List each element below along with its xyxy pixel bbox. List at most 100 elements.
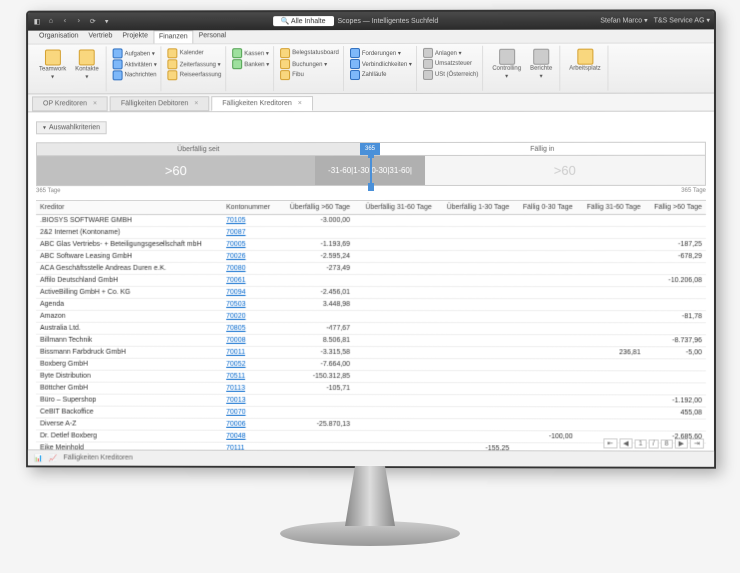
aktivitaeten-button[interactable]: Aktivitäten ▾	[113, 59, 157, 69]
table-row[interactable]: Boxberg GmbH70052-7.664,00	[36, 358, 706, 371]
kontonummer-cell[interactable]: 70105	[222, 215, 279, 227]
berichte-button[interactable]: Berichte▾	[527, 48, 555, 81]
kassen-button[interactable]: Kassen ▾	[232, 48, 269, 58]
tab-op-kreditoren[interactable]: OP Kreditoren×	[32, 96, 108, 111]
prev-page-icon[interactable]: ◀	[619, 438, 632, 448]
kontonummer-cell[interactable]: 70094	[222, 286, 279, 298]
banken-button[interactable]: Banken ▾	[232, 59, 269, 69]
timeline-seg-due[interactable]: >60	[425, 156, 705, 185]
kontonummer-cell[interactable]: 70006	[222, 418, 279, 430]
zeiterfassung-button[interactable]: Zeiterfassung ▾	[168, 59, 222, 69]
verbindlichkeiten-button[interactable]: Verbindlichkeiten ▾	[350, 59, 412, 69]
table-row[interactable]: CeBIT Backoffice70070455,08	[36, 406, 706, 419]
menu-organisation[interactable]: Organisation	[34, 31, 83, 44]
reiseerfassung-button[interactable]: Reiseerfassung	[168, 70, 222, 80]
close-icon[interactable]: ×	[194, 100, 198, 107]
kontonummer-cell[interactable]: 70080	[222, 262, 279, 274]
umsatzsteuer-button[interactable]: Umsatzsteuer	[423, 59, 478, 69]
menu-projekte[interactable]: Projekte	[117, 30, 153, 43]
ust-button[interactable]: USt (Österreich)	[423, 70, 478, 80]
page-navigator[interactable]: ⇤ ◀ 1 / 8 ▶ ⇥	[603, 438, 704, 448]
column-header[interactable]: Fällig >60 Tage	[645, 201, 706, 215]
data-grid[interactable]: KreditorKontonummerÜberfällig >60 TageÜb…	[36, 200, 706, 461]
back-icon[interactable]: ‹	[60, 18, 70, 26]
column-header[interactable]: Überfällig 1-30 Tage	[436, 201, 514, 215]
arbeitsplatz-button[interactable]: Arbeitsplatz	[566, 48, 603, 73]
next-page-icon[interactable]: ▶	[674, 439, 687, 449]
kontonummer-cell[interactable]: 70503	[222, 298, 279, 310]
fibu-button[interactable]: Fibu	[280, 70, 339, 80]
table-row[interactable]: Affilo Deutschland GmbH70061-10.206,08	[36, 274, 706, 286]
column-header[interactable]: Überfällig 31-60 Tage	[354, 201, 436, 215]
zahllaeufe-button[interactable]: Zahlläufe	[350, 70, 412, 80]
close-icon[interactable]: ×	[93, 100, 97, 107]
last-page-icon[interactable]: ⇥	[690, 439, 704, 449]
belegstatusboard-button[interactable]: Belegstatusboard	[280, 48, 339, 58]
table-row[interactable]: ABC Glas Vertriebs- + Beteiligungsgesell…	[36, 238, 706, 250]
timeline-seg-overdue[interactable]: >60	[37, 156, 315, 185]
kontonummer-cell[interactable]: 70013	[222, 394, 279, 406]
table-row[interactable]: ACA Geschäftsstelle Andreas Duren e.K.70…	[36, 262, 706, 274]
aufgaben-button[interactable]: Aufgaben ▾	[113, 48, 157, 58]
table-row[interactable]: Amazon70020-81,78	[36, 310, 706, 322]
user-menu[interactable]: Stefan Marco ▾	[600, 16, 647, 24]
kontonummer-cell[interactable]: 70052	[222, 358, 279, 370]
company-menu[interactable]: T&S Service AG ▾	[654, 16, 710, 24]
buchungen-button[interactable]: Buchungen ▾	[280, 59, 339, 69]
kontonummer-cell[interactable]: 70061	[222, 274, 279, 286]
forward-icon[interactable]: ›	[74, 18, 84, 26]
column-header[interactable]: Fällig 0-30 Tage	[513, 201, 576, 215]
search-scope[interactable]: Scopes — Intelligentes Suchfeld	[338, 17, 439, 24]
column-header[interactable]: Fällig 31-60 Tage	[577, 201, 645, 215]
column-header[interactable]: Kontonummer	[222, 201, 279, 215]
teamwork-button[interactable]: Teamwork▾	[36, 49, 69, 82]
table-row[interactable]: Agenda705033.448,98	[36, 298, 706, 310]
table-row[interactable]: Australia Ltd.70805-477,67	[36, 322, 706, 335]
nachrichten-button[interactable]: Nachrichten	[113, 70, 157, 80]
dropdown-icon[interactable]: ▾	[102, 18, 112, 26]
controlling-button[interactable]: Controlling▾	[489, 48, 524, 81]
kontakte-button[interactable]: Kontakte▾	[72, 48, 102, 81]
app-icon[interactable]: ◧	[32, 18, 42, 26]
table-row[interactable]: Büro – Supershop70013-1.192,00	[36, 394, 706, 407]
kontonummer-cell[interactable]: 70011	[222, 346, 279, 358]
forderungen-button[interactable]: Forderungen ▾	[350, 48, 412, 58]
auswahlkriterien-button[interactable]: ▾Auswahlkriterien	[36, 121, 107, 134]
kontonummer-cell[interactable]: 70026	[222, 250, 279, 262]
kontonummer-cell[interactable]: 70005	[222, 239, 279, 251]
menu-vertrieb[interactable]: Vertrieb	[83, 30, 117, 43]
kontonummer-cell[interactable]: 70113	[222, 382, 279, 394]
kontonummer-cell[interactable]: 70805	[222, 322, 279, 334]
refresh-icon[interactable]: ⟳	[88, 18, 98, 26]
kontonummer-cell[interactable]: 70070	[222, 406, 279, 418]
table-row[interactable]: 2&2 Internet (Kontoname)70087	[36, 226, 706, 238]
kontonummer-cell[interactable]: 70020	[222, 310, 279, 322]
global-search[interactable]: 🔍 Alle Inhalte	[273, 16, 334, 26]
table-row[interactable]: Billmann Technik700088.506,81-8.737,96	[36, 334, 706, 347]
anlagen-button[interactable]: Anlagen ▾	[423, 48, 478, 58]
kontonummer-cell[interactable]: 70087	[222, 227, 279, 239]
kontonummer-cell[interactable]: 70511	[222, 370, 279, 382]
menu-finanzen[interactable]: Finanzen	[153, 30, 194, 43]
table-row[interactable]: Diverse A-Z70006-25.870,13	[36, 418, 706, 431]
column-header[interactable]: Kreditor	[36, 201, 222, 215]
kontonummer-cell[interactable]: 70008	[222, 334, 279, 346]
first-page-icon[interactable]: ⇤	[603, 438, 617, 448]
table-row[interactable]: Böttcher GmbH70113-105,71	[36, 382, 706, 395]
timeline-bar[interactable]: >60 -31-60|1-30|0-30|31-60| >60	[36, 156, 706, 186]
table-row[interactable]: Bissmann Farbdruck GmbH70011-3.315,58236…	[36, 346, 706, 359]
kalender-button[interactable]: Kalender	[168, 48, 222, 58]
table-row[interactable]: ABC Software Leasing GmbH70026-2.595,24-…	[36, 250, 706, 262]
home-icon[interactable]: ⌂	[46, 18, 56, 26]
tab-faelligkeiten-kreditoren[interactable]: Fälligkeiten Kreditoren×	[211, 96, 313, 111]
kontonummer-cell[interactable]: 70048	[222, 430, 279, 442]
column-header[interactable]: Überfällig >60 Tage	[279, 201, 354, 215]
timeline-marker[interactable]	[370, 154, 372, 187]
table-row[interactable]: .BIOSYS SOFTWARE GMBH70105-3.000,00	[36, 214, 706, 226]
tab-faelligkeiten-debitoren[interactable]: Fälligkeiten Debitoren×	[110, 96, 209, 111]
table-row[interactable]: Byte Distribution70511-150.312,85	[36, 370, 706, 383]
titlebar-quick-icons[interactable]: ◧ ⌂ ‹ › ⟳ ▾	[32, 18, 112, 26]
close-icon[interactable]: ×	[298, 100, 302, 107]
menu-personal[interactable]: Personal	[194, 30, 232, 43]
table-row[interactable]: ActiveBilling GmbH + Co. KG70094-2.456,0…	[36, 286, 706, 298]
